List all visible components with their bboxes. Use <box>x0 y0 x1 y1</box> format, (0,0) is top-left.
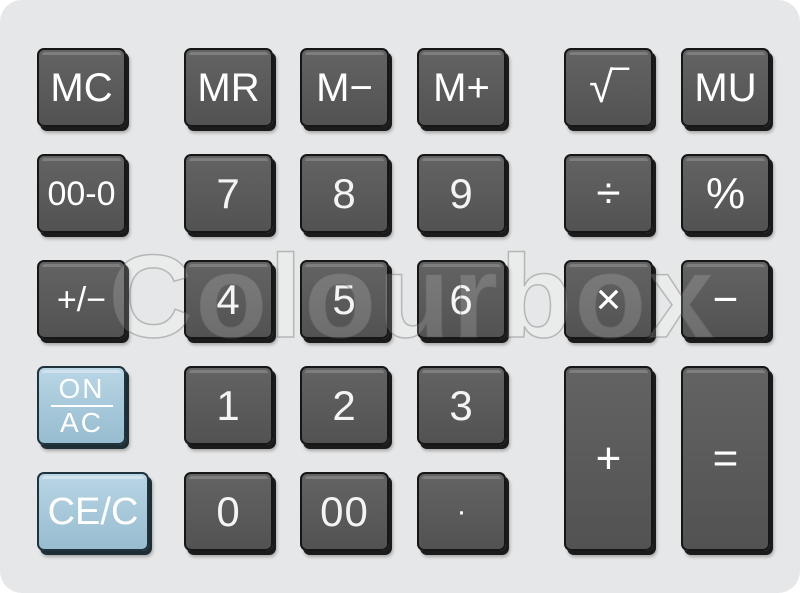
memory-recall-label: MR <box>197 65 260 110</box>
digit-0-button[interactable]: 0 <box>184 472 273 551</box>
digit-6-button[interactable]: 6 <box>417 260 506 339</box>
digit-1-label: 1 <box>216 381 241 429</box>
memory-minus-button[interactable]: M− <box>300 48 389 127</box>
subtract-button[interactable]: − <box>681 260 770 339</box>
decimal-point-label: · <box>456 494 467 528</box>
digit-4-button[interactable]: 4 <box>184 260 273 339</box>
memory-plus-button[interactable]: M+ <box>417 48 506 127</box>
percent-label: % <box>705 168 746 218</box>
plus-minus-label: +/− <box>56 280 107 319</box>
double-zero-label: 00 <box>320 487 369 535</box>
digit-8-button[interactable]: 8 <box>300 154 389 233</box>
digit-5-label: 5 <box>332 275 357 323</box>
memory-plus-label: M+ <box>433 65 490 110</box>
divide-button[interactable]: ÷ <box>564 154 653 233</box>
add-label: + <box>595 433 622 483</box>
digit-5-button[interactable]: 5 <box>300 260 389 339</box>
percent-button[interactable]: % <box>681 154 770 233</box>
digit-3-label: 3 <box>449 381 474 429</box>
digit-2-label: 2 <box>332 381 357 429</box>
clear-entry-label: CE/C <box>47 490 139 533</box>
digit-7-label: 7 <box>216 169 241 217</box>
square-root-button[interactable]: √‾ <box>564 48 653 127</box>
digit-9-label: 9 <box>449 169 474 217</box>
multiply-button[interactable]: × <box>564 260 653 339</box>
equals-label: = <box>712 433 739 483</box>
all-clear-label: AC <box>60 406 103 438</box>
digit-4-label: 4 <box>216 275 241 323</box>
double-zero-button[interactable]: 00 <box>300 472 389 551</box>
subtract-label: − <box>712 274 739 324</box>
clear-entry-button[interactable]: CE/C <box>37 472 149 551</box>
plus-minus-button[interactable]: +/− <box>37 260 126 339</box>
digit-3-button[interactable]: 3 <box>417 366 506 445</box>
digit-7-button[interactable]: 7 <box>184 154 273 233</box>
digit-6-label: 6 <box>449 275 474 323</box>
decimal-point-button[interactable]: · <box>417 472 506 551</box>
digit-2-button[interactable]: 2 <box>300 366 389 445</box>
multiply-label: × <box>595 274 622 324</box>
digit-0-label: 0 <box>216 487 241 535</box>
calculator-keypad: MC MR M− M+ √‾ MU 00-0 7 8 9 ÷ % +/− 4 5… <box>0 0 800 593</box>
equals-button[interactable]: = <box>681 366 770 551</box>
memory-recall-button[interactable]: MR <box>184 48 273 127</box>
on-label: ON <box>58 372 105 404</box>
double-zero-delete-button[interactable]: 00-0 <box>37 154 126 233</box>
digit-1-button[interactable]: 1 <box>184 366 273 445</box>
memory-clear-button[interactable]: MC <box>37 48 126 127</box>
digit-9-button[interactable]: 9 <box>417 154 506 233</box>
double-zero-delete-label: 00-0 <box>47 174 116 213</box>
square-root-label: √‾ <box>589 62 628 112</box>
markup-label: MU <box>694 65 757 110</box>
divide-label: ÷ <box>596 168 621 218</box>
memory-minus-label: M− <box>316 65 373 110</box>
digit-8-label: 8 <box>332 169 357 217</box>
on-all-clear-label: ON AC <box>50 372 113 438</box>
markup-button[interactable]: MU <box>681 48 770 127</box>
memory-clear-label: MC <box>50 65 113 110</box>
on-all-clear-button[interactable]: ON AC <box>37 366 126 445</box>
add-button[interactable]: + <box>564 366 653 551</box>
